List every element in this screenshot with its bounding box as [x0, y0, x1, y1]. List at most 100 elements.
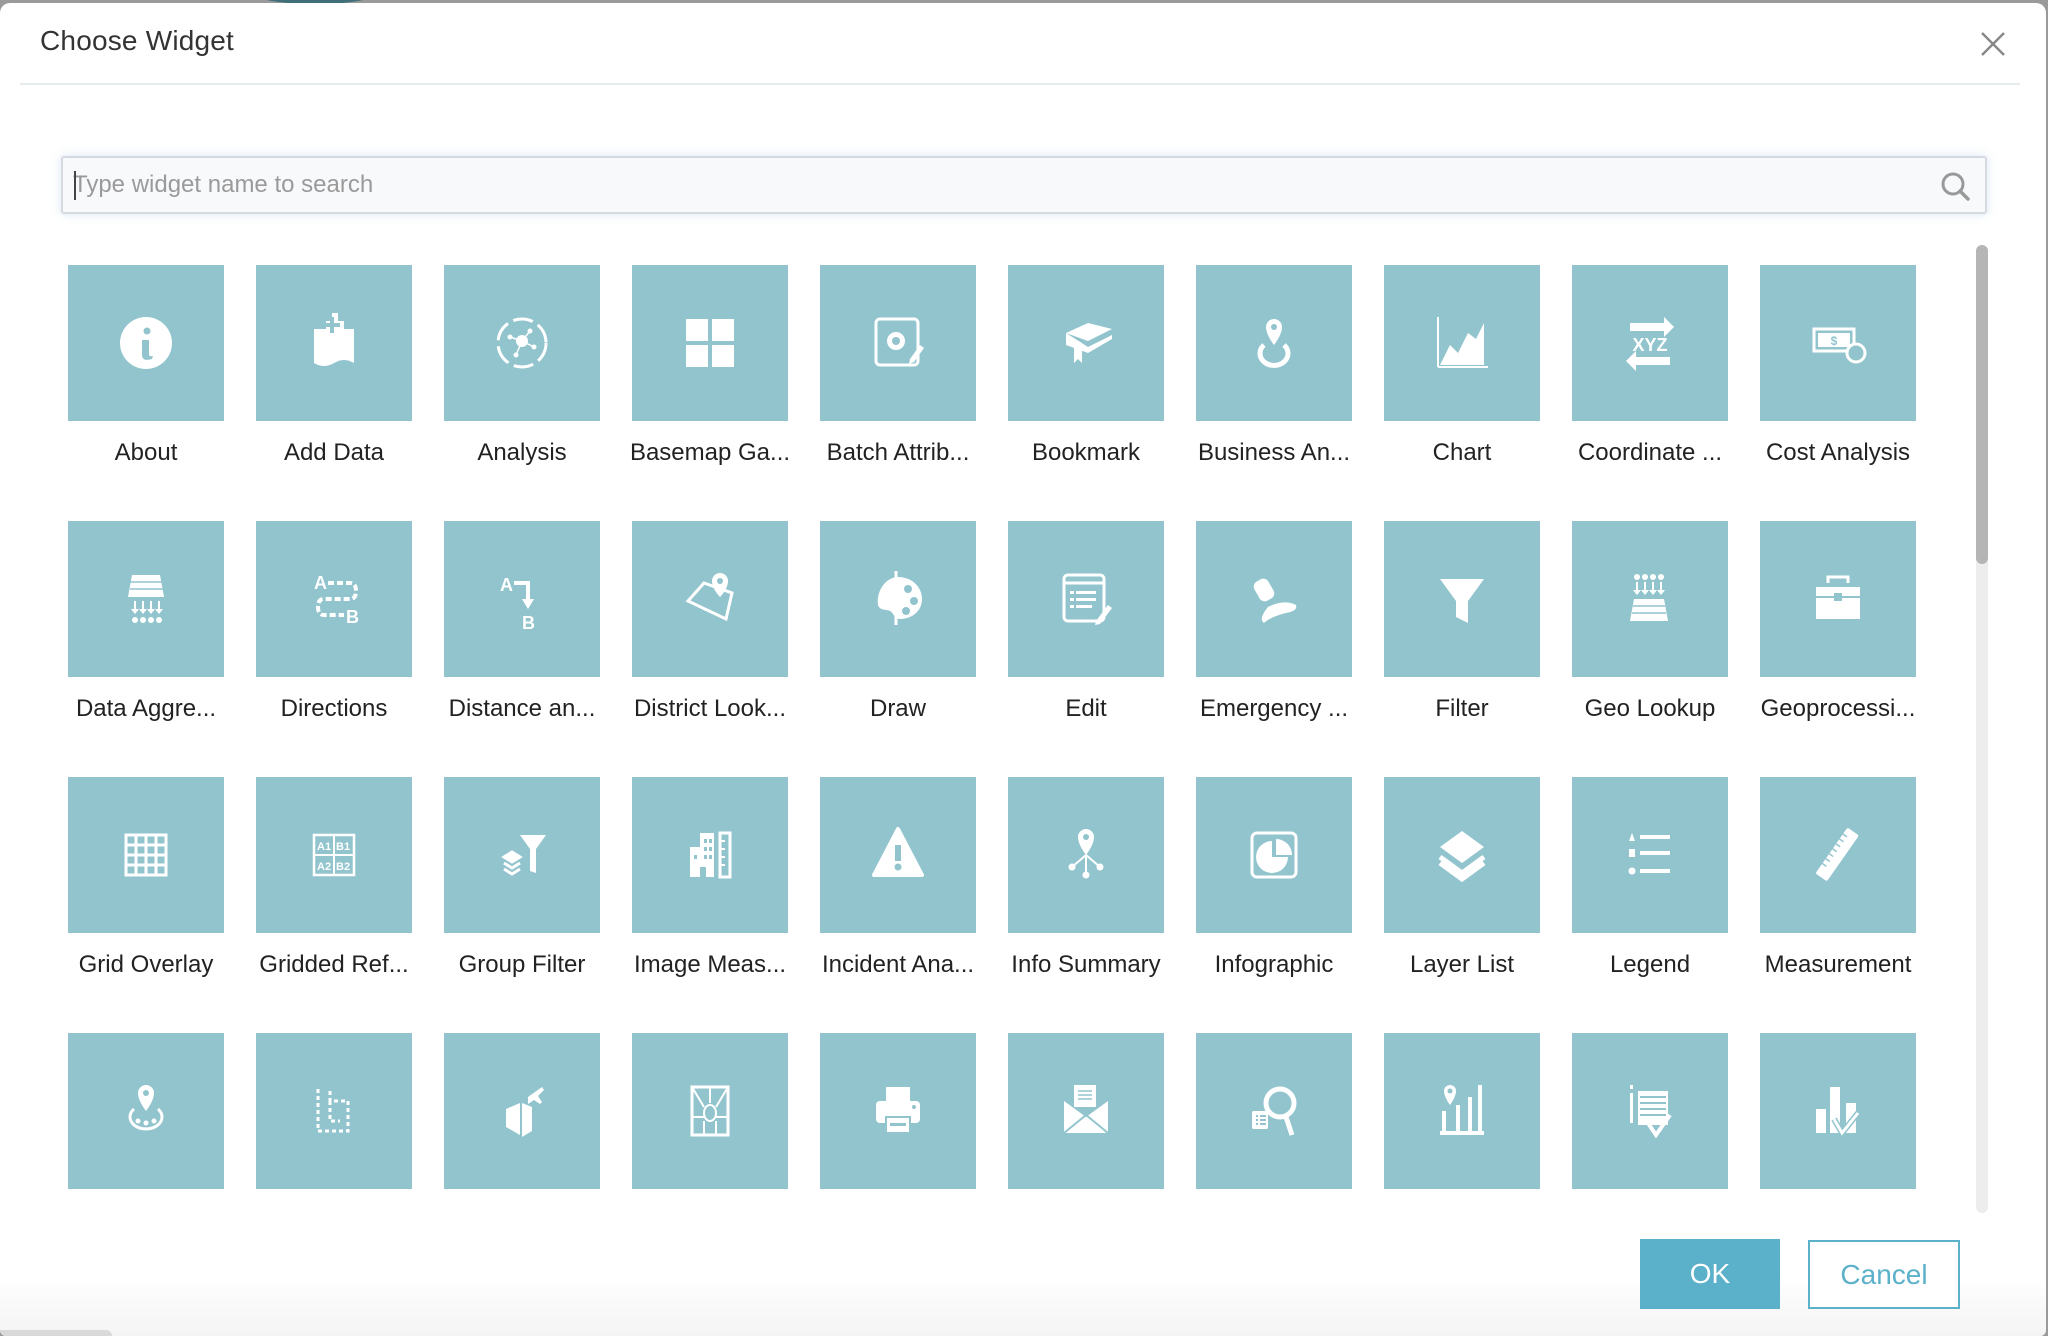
widget-tile-label: Chart — [1432, 439, 1492, 466]
widget-tile-icon-box[interactable] — [1196, 521, 1352, 677]
widget-tile-label: Distance an... — [448, 695, 596, 722]
widget-tile[interactable] — [256, 1033, 412, 1189]
widget-tile-label: Infographic — [1214, 951, 1334, 978]
widget-tile[interactable]: About — [68, 265, 224, 466]
search-box[interactable] — [61, 156, 1987, 214]
widget-tile-icon-box[interactable]: A1 B1 A2 B2 — [256, 777, 412, 933]
widget-tile[interactable]: $ Cost Analysis — [1760, 265, 1916, 466]
widget-tile[interactable] — [820, 1033, 976, 1189]
widget-tile-icon-box[interactable] — [1008, 265, 1164, 421]
widget-tile-icon-box[interactable] — [1196, 1033, 1352, 1189]
widget-tile-icon-box[interactable] — [1384, 1033, 1540, 1189]
widget-tile[interactable]: Analysis — [444, 265, 600, 466]
widget-tile-icon-box[interactable] — [444, 1033, 600, 1189]
widget-tile[interactable] — [1760, 1033, 1916, 1189]
widget-tile[interactable] — [68, 1033, 224, 1189]
widget-tile-icon-box[interactable] — [820, 777, 976, 933]
widget-tile[interactable]: Group Filter — [444, 777, 600, 978]
widget-tile-label: Basemap Ga... — [629, 439, 791, 466]
widget-tile[interactable] — [1196, 1033, 1352, 1189]
widget-tile-icon-box[interactable]: AB — [444, 521, 600, 677]
cancel-button[interactable]: Cancel — [1808, 1240, 1960, 1309]
widget-tile-icon-box[interactable] — [68, 1033, 224, 1189]
widget-tile-icon-box[interactable] — [1008, 1033, 1164, 1189]
widget-tile-icon-box[interactable] — [820, 1033, 976, 1189]
widget-tile-icon-box[interactable] — [632, 1033, 788, 1189]
widget-tile-icon-box[interactable] — [68, 521, 224, 677]
widget-tile[interactable]: Basemap Ga... — [630, 265, 790, 466]
filter-funnel-icon — [1440, 579, 1484, 623]
widget-tile[interactable] — [632, 1033, 788, 1189]
widget-tile[interactable]: Layer List — [1384, 777, 1540, 978]
widget-tile-icon-box[interactable] — [1572, 1033, 1728, 1189]
widget-tile-icon-box[interactable] — [444, 265, 600, 421]
widget-tile[interactable]: District Look... — [632, 521, 788, 722]
widget-tile-icon-box[interactable] — [632, 265, 788, 421]
widget-tile-icon-box[interactable] — [1572, 521, 1728, 677]
widget-tile[interactable]: Info Summary — [1008, 777, 1164, 978]
widget-tile[interactable]: Filter — [1384, 521, 1540, 722]
search-input[interactable] — [73, 158, 1913, 212]
widget-tile[interactable]: Infographic — [1196, 777, 1352, 978]
widget-tile-icon-box[interactable]: XYZ — [1572, 265, 1728, 421]
widget-tile-icon-box[interactable]: AB — [256, 521, 412, 677]
widget-tile[interactable]: Edit — [1008, 521, 1164, 722]
widget-tile[interactable]: Geoprocessi... — [1760, 521, 1916, 722]
widget-tile-icon-box[interactable] — [68, 265, 224, 421]
widget-tile-icon-box[interactable] — [444, 777, 600, 933]
widget-tile[interactable]: XYZ Coordinate ... — [1572, 265, 1728, 466]
query-magnifier-icon — [1252, 1086, 1297, 1136]
widget-tile-icon-box[interactable] — [1384, 521, 1540, 677]
widget-tile[interactable]: Emergency ... — [1196, 521, 1352, 722]
widget-tile-icon-box[interactable] — [1008, 777, 1164, 933]
widget-tile-icon-box[interactable] — [1196, 265, 1352, 421]
widget-tile[interactable] — [1384, 1033, 1540, 1189]
widget-tile[interactable]: A B Directions — [256, 521, 412, 722]
widget-tile[interactable]: A B Distance an... — [444, 521, 600, 722]
widget-tile[interactable] — [1572, 1033, 1728, 1189]
widget-tile[interactable]: Business An... — [1196, 265, 1352, 466]
widget-tile-icon-box[interactable] — [68, 777, 224, 933]
widget-tile-icon-box[interactable] — [1760, 777, 1916, 933]
widget-tile[interactable]: Legend — [1572, 777, 1728, 978]
widget-tile-icon-box[interactable] — [820, 265, 976, 421]
search-icon[interactable] — [1939, 170, 1971, 202]
widget-tile-label: Edit — [1065, 695, 1107, 722]
widget-tile-icon-box[interactable] — [1384, 265, 1540, 421]
widget-tile[interactable]: Draw — [820, 521, 976, 722]
bar-chart-check-icon — [1816, 1087, 1861, 1139]
widget-tile-icon-box[interactable] — [820, 521, 976, 677]
widget-tile-icon-box[interactable] — [1760, 1033, 1916, 1189]
widget-tile[interactable]: A1 B1 A2 B2 Gridded Ref... — [256, 777, 412, 978]
widget-tile[interactable]: Batch Attrib... — [820, 265, 976, 466]
widget-tile-icon-box[interactable] — [256, 265, 412, 421]
widget-tile-icon-box[interactable] — [632, 521, 788, 677]
scrollbar[interactable] — [1976, 245, 1988, 1213]
widget-tile[interactable]: Chart — [1384, 265, 1540, 466]
widget-tile[interactable]: Incident Ana... — [820, 777, 976, 978]
directions-a-to-b-icon: AB — [314, 573, 359, 627]
widget-tile-icon-box[interactable]: $ — [1760, 265, 1916, 421]
widget-tile-icon-box[interactable] — [632, 777, 788, 933]
widget-tile[interactable] — [1008, 1033, 1164, 1189]
scrollbar-thumb[interactable] — [1976, 245, 1988, 564]
widget-tile[interactable]: Data Aggre... — [68, 521, 224, 722]
widget-tile-label: Grid Overlay — [78, 951, 214, 978]
widget-tile[interactable]: Bookmark — [1008, 265, 1164, 466]
ok-button[interactable]: OK — [1640, 1239, 1780, 1309]
widget-tile-icon-box[interactable] — [1760, 521, 1916, 677]
widget-tile-icon-box[interactable] — [1384, 777, 1540, 933]
widget-tile-icon-box[interactable] — [1008, 521, 1164, 677]
widget-tile-icon-box[interactable] — [1196, 777, 1352, 933]
widget-tile[interactable]: Image Meas... — [632, 777, 788, 978]
widget-tile[interactable] — [444, 1033, 600, 1189]
widget-tile[interactable]: Grid Overlay — [68, 777, 224, 978]
widget-tile[interactable]: Geo Lookup — [1572, 521, 1728, 722]
close-button[interactable] — [1976, 27, 2010, 61]
warning-triangle-icon — [872, 827, 924, 877]
widget-tile-icon-box[interactable] — [256, 1033, 412, 1189]
svg-text:B2: B2 — [336, 861, 350, 873]
widget-tile-icon-box[interactable] — [1572, 777, 1728, 933]
widget-tile[interactable]: Measurement — [1760, 777, 1916, 978]
widget-tile[interactable]: Add Data — [256, 265, 412, 466]
